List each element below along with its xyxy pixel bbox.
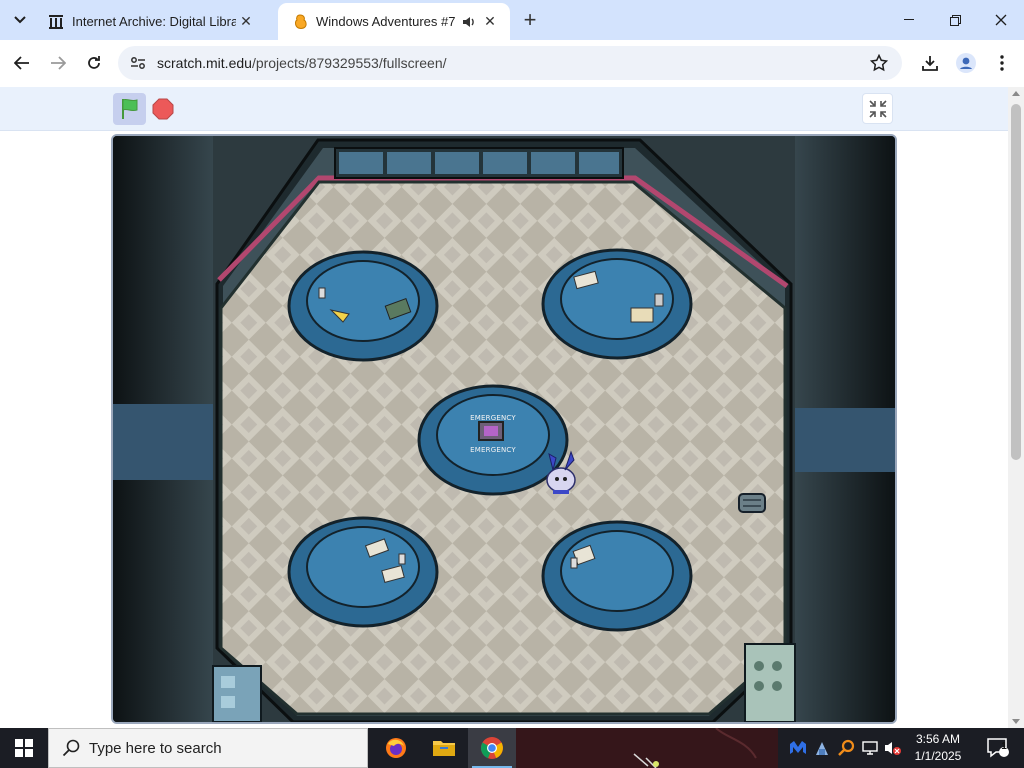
scroll-up-arrow-icon[interactable] xyxy=(1012,91,1020,96)
minimize-button[interactable] xyxy=(886,0,932,40)
site-settings-icon[interactable] xyxy=(126,51,150,75)
browser-tab-strip: Internet Archive: Digital Library ✕ Wind… xyxy=(0,0,1024,40)
firefox-icon xyxy=(386,738,406,758)
search-placeholder: Type here to search xyxy=(89,739,222,757)
speaker-icon[interactable] xyxy=(458,12,480,32)
browser-menu-button[interactable] xyxy=(988,49,1016,77)
scroll-down-arrow-icon[interactable] xyxy=(1012,719,1020,724)
tray-network-drive[interactable] xyxy=(810,728,834,768)
tray-volume-muted[interactable] xyxy=(882,728,904,768)
close-icon xyxy=(995,14,1007,26)
chrome-icon xyxy=(480,737,503,759)
profile-avatar-icon xyxy=(956,53,976,73)
restore-button[interactable] xyxy=(932,0,978,40)
new-tab-button[interactable]: + xyxy=(518,8,542,32)
tray-network[interactable] xyxy=(858,728,882,768)
stop-button[interactable] xyxy=(149,94,177,124)
forward-button[interactable] xyxy=(44,49,72,77)
emergency-label-bottom: EMERGENCY xyxy=(470,446,516,454)
forward-arrow-icon xyxy=(51,56,66,70)
reload-button[interactable] xyxy=(80,49,108,77)
bottom-left-machinery xyxy=(212,665,262,722)
right-doorway xyxy=(795,408,895,472)
taskbar-clock[interactable]: 3:56 AM 1/1/2025 xyxy=(905,731,971,765)
table-bottom-right xyxy=(541,520,693,632)
tab-title: Windows Adventures #7 (W xyxy=(316,14,458,29)
minimize-icon xyxy=(904,19,914,20)
close-tab-icon[interactable]: ✕ xyxy=(236,12,256,32)
bookmark-star-icon[interactable] xyxy=(868,52,890,74)
url-text: scratch.mit.edu/projects/879329553/fulls… xyxy=(157,55,447,71)
clock-date: 1/1/2025 xyxy=(914,749,962,763)
malwarebytes-icon xyxy=(790,741,806,754)
taskbar-chrome[interactable] xyxy=(468,728,516,768)
stop-sign-icon xyxy=(152,98,174,120)
notification-count-badge: 1 xyxy=(1001,741,1007,752)
tab-search-dropdown-button[interactable] xyxy=(6,6,34,34)
address-bar[interactable]: scratch.mit.edu/projects/879329553/fulls… xyxy=(118,46,902,80)
table-top-left xyxy=(287,250,439,362)
browser-toolbar: scratch.mit.edu/projects/879329553/fulls… xyxy=(0,40,1024,86)
tray-search-tool[interactable] xyxy=(834,728,858,768)
exit-fullscreen-icon xyxy=(868,99,887,118)
scratch-control-bar xyxy=(0,87,1008,131)
start-button[interactable] xyxy=(0,728,48,768)
chevron-down-icon xyxy=(14,16,26,24)
url-host: scratch.mit.edu xyxy=(157,55,252,71)
reload-icon xyxy=(88,56,100,69)
tab-internet-archive[interactable]: Internet Archive: Digital Library ✕ xyxy=(34,3,274,40)
back-button[interactable] xyxy=(8,49,36,77)
internet-archive-icon xyxy=(48,14,64,30)
emergency-label-top: EMERGENCY xyxy=(470,414,516,422)
back-arrow-icon xyxy=(14,56,29,70)
cafeteria-scene: EMERGENCY EMERGENCY xyxy=(113,136,895,722)
network-share-icon xyxy=(816,742,828,755)
exit-fullscreen-button[interactable] xyxy=(862,93,893,124)
emergency-table: EMERGENCY EMERGENCY xyxy=(417,384,569,496)
project-stage[interactable]: EMERGENCY EMERGENCY xyxy=(111,134,897,724)
close-tab-icon[interactable]: ✕ xyxy=(480,12,500,32)
tray-malwarebytes[interactable] xyxy=(786,728,810,768)
table-bottom-left xyxy=(287,516,439,628)
taskbar-desktop-peek xyxy=(516,728,778,768)
bottom-right-machinery xyxy=(744,643,796,722)
scrollbar-thumb[interactable] xyxy=(1011,104,1021,460)
windows-taskbar: Type here to search 3:56 AM 1/1/2025 1 xyxy=(0,728,1024,768)
floor-vent xyxy=(738,493,766,513)
network-icon xyxy=(862,741,878,755)
taskbar-firefox[interactable] xyxy=(372,728,420,768)
green-flag-icon xyxy=(121,98,137,119)
taskbar-search-box[interactable]: Type here to search xyxy=(48,728,368,768)
notification-center-button[interactable]: 1 xyxy=(978,728,1018,768)
page-scrollbar[interactable] xyxy=(1008,87,1024,728)
downloads-button[interactable] xyxy=(916,49,944,77)
table-top-right xyxy=(541,248,693,360)
scratch-icon xyxy=(292,13,308,30)
windows-logo-icon xyxy=(15,739,33,757)
left-doorway xyxy=(113,404,213,480)
taskbar-file-explorer[interactable] xyxy=(420,728,468,768)
tab-windows-adventures[interactable]: Windows Adventures #7 (W ✕ xyxy=(278,3,510,40)
volume-muted-icon xyxy=(885,742,901,755)
search-icon xyxy=(61,738,81,758)
file-explorer-icon xyxy=(433,741,455,756)
scratch-fullscreen-page: EMERGENCY EMERGENCY xyxy=(0,87,1008,728)
magnifier-icon xyxy=(838,739,855,756)
restore-icon xyxy=(949,14,961,26)
clock-time: 3:56 AM xyxy=(915,732,961,746)
profile-button[interactable] xyxy=(952,49,980,77)
tab-title: Internet Archive: Digital Library xyxy=(72,14,236,29)
download-icon xyxy=(922,56,938,71)
url-path: /projects/879329553/fullscreen/ xyxy=(251,55,447,71)
close-window-button[interactable] xyxy=(978,0,1024,40)
more-vertical-icon xyxy=(1000,55,1004,71)
green-flag-button[interactable] xyxy=(113,93,146,125)
